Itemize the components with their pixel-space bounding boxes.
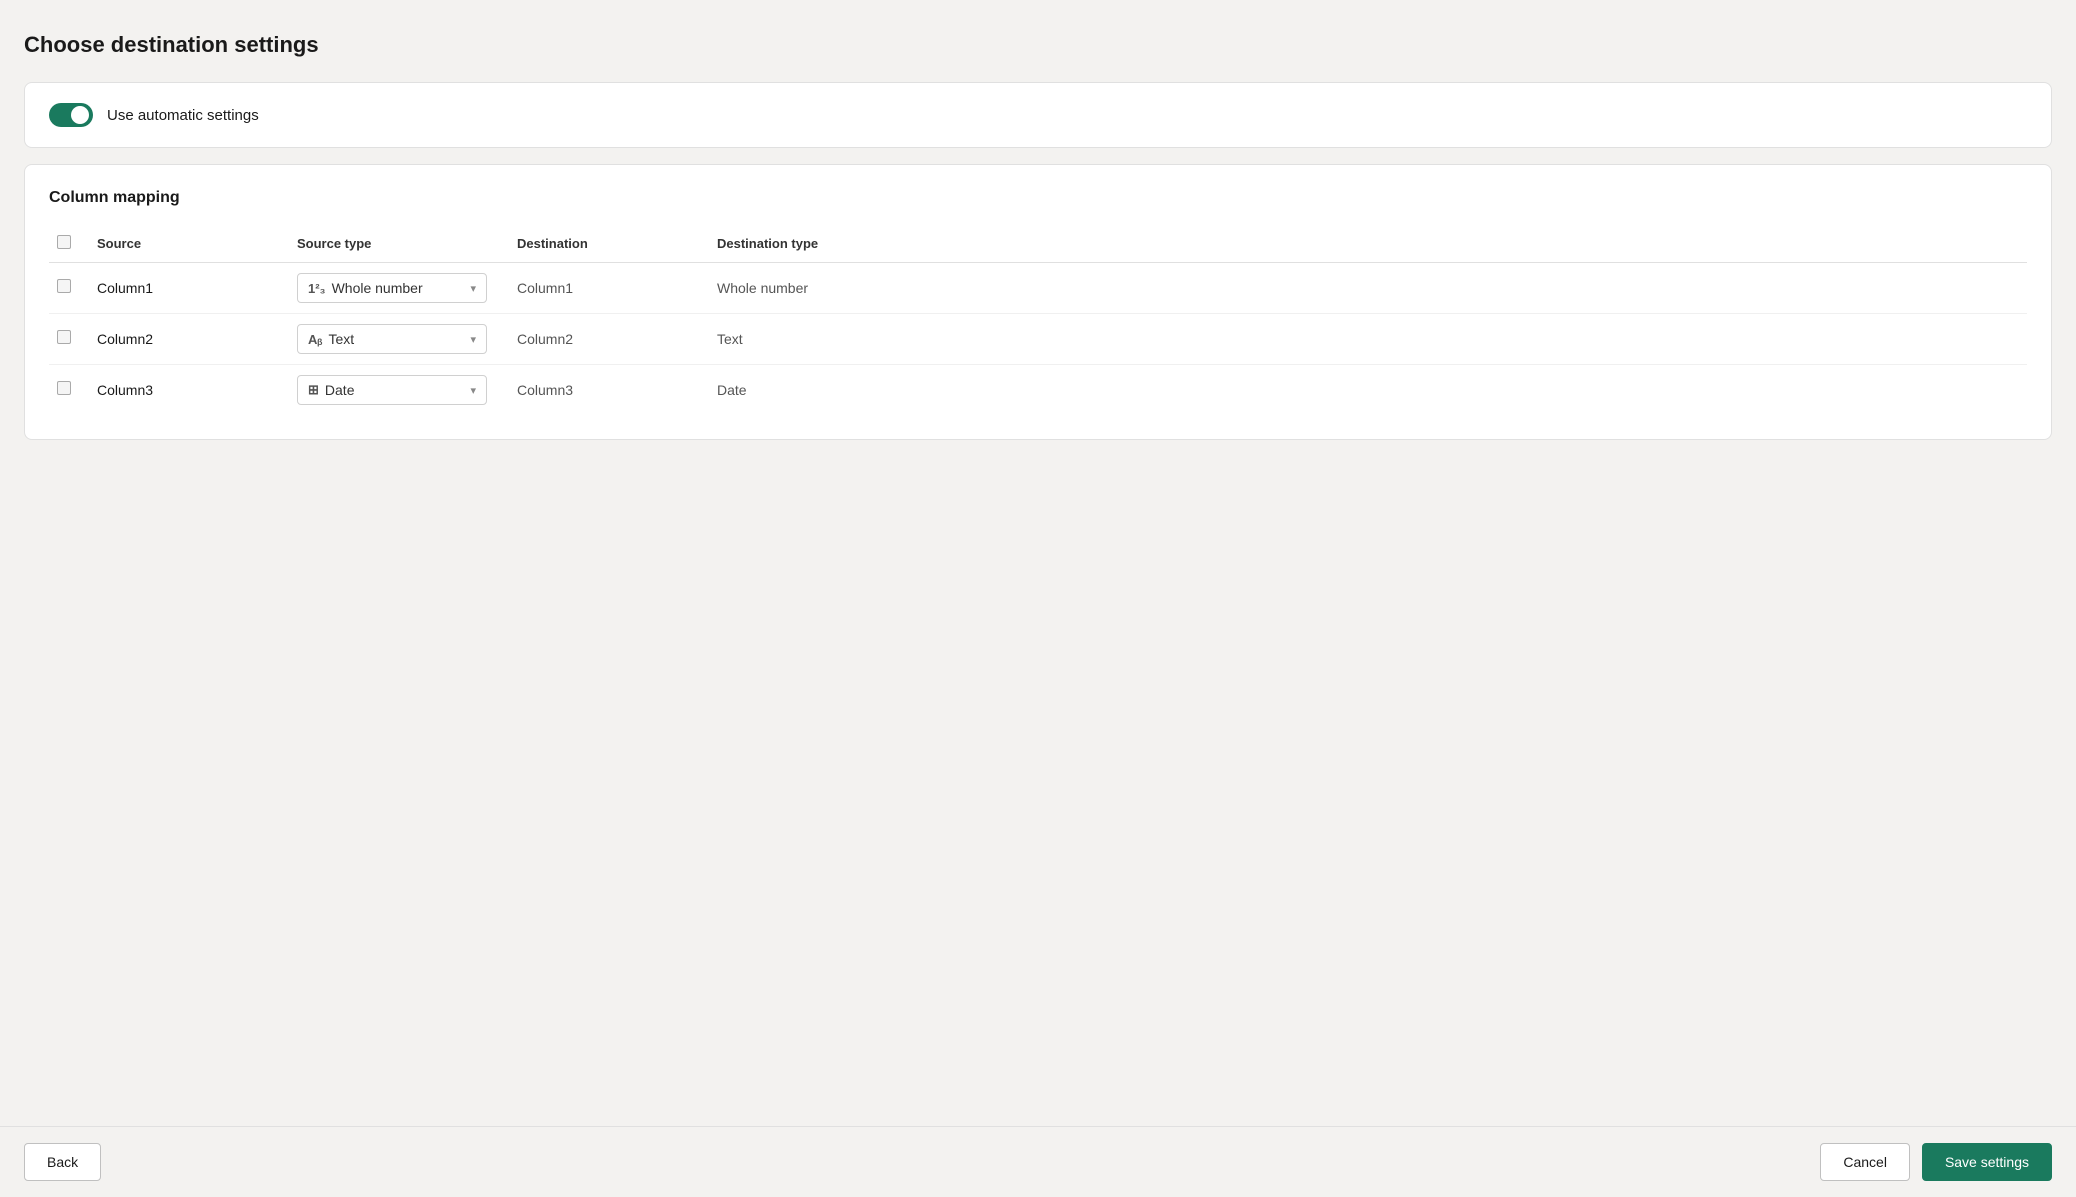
source-type-dropdown-1[interactable]: 1²₃ Whole number ▾ (297, 273, 487, 303)
page-title: Choose destination settings (24, 32, 2052, 58)
auto-settings-card: Use automatic settings (24, 82, 2052, 148)
source-cell-2: Column2 (89, 314, 289, 365)
destination-type-cell-1: Whole number (717, 280, 808, 296)
destination-column-header: Destination (509, 227, 709, 263)
type-icon-2: Aᵦ (308, 332, 322, 347)
select-all-checkbox[interactable] (57, 235, 71, 249)
destination-cell-2: Column2 (509, 314, 709, 365)
source-type-column-header: Source type (289, 227, 509, 263)
source-column-header: Source (89, 227, 289, 263)
table-header-row: Source Source type Destination Destinati… (49, 227, 2027, 263)
source-type-dropdown-3[interactable]: ⊞ Date ▾ (297, 375, 487, 405)
source-type-label-1: Whole number (332, 280, 423, 296)
row-checkbox-2[interactable] (57, 330, 71, 344)
save-settings-button[interactable]: Save settings (1922, 1143, 2052, 1181)
destination-cell-1: Column1 (509, 263, 709, 314)
destination-cell-3: Column3 (509, 365, 709, 416)
footer: Back Cancel Save settings (0, 1126, 2076, 1197)
destination-type-cell-2: Text (717, 331, 743, 347)
source-type-dropdown-2[interactable]: Aᵦ Text ▾ (297, 324, 487, 354)
destination-type-column-header: Destination type (709, 227, 2027, 263)
row-checkbox-1[interactable] (57, 279, 71, 293)
table-row: Column3 ⊞ Date ▾ Column3 Date (49, 365, 2027, 416)
source-type-label-2: Text (328, 331, 354, 347)
column-mapping-card: Column mapping Source Source type Destin… (24, 164, 2052, 440)
cancel-button[interactable]: Cancel (1820, 1143, 1910, 1181)
row-checkbox-3[interactable] (57, 381, 71, 395)
type-icon-1: 1²₃ (308, 281, 326, 296)
table-row: Column1 1²₃ Whole number ▾ Column1 Whole… (49, 263, 2027, 314)
chevron-down-icon: ▾ (470, 333, 476, 346)
auto-settings-label: Use automatic settings (107, 107, 259, 124)
source-cell-3: Column3 (89, 365, 289, 416)
destination-type-cell-3: Date (717, 382, 747, 398)
source-cell-1: Column1 (89, 263, 289, 314)
column-mapping-table: Source Source type Destination Destinati… (49, 227, 2027, 415)
table-row: Column2 Aᵦ Text ▾ Column2 Text (49, 314, 2027, 365)
section-title: Column mapping (49, 189, 2027, 207)
chevron-down-icon: ▾ (470, 384, 476, 397)
auto-settings-toggle[interactable] (49, 103, 93, 127)
type-icon-3: ⊞ (308, 382, 319, 398)
source-type-label-3: Date (325, 382, 355, 398)
chevron-down-icon: ▾ (470, 282, 476, 295)
back-button[interactable]: Back (24, 1143, 101, 1181)
